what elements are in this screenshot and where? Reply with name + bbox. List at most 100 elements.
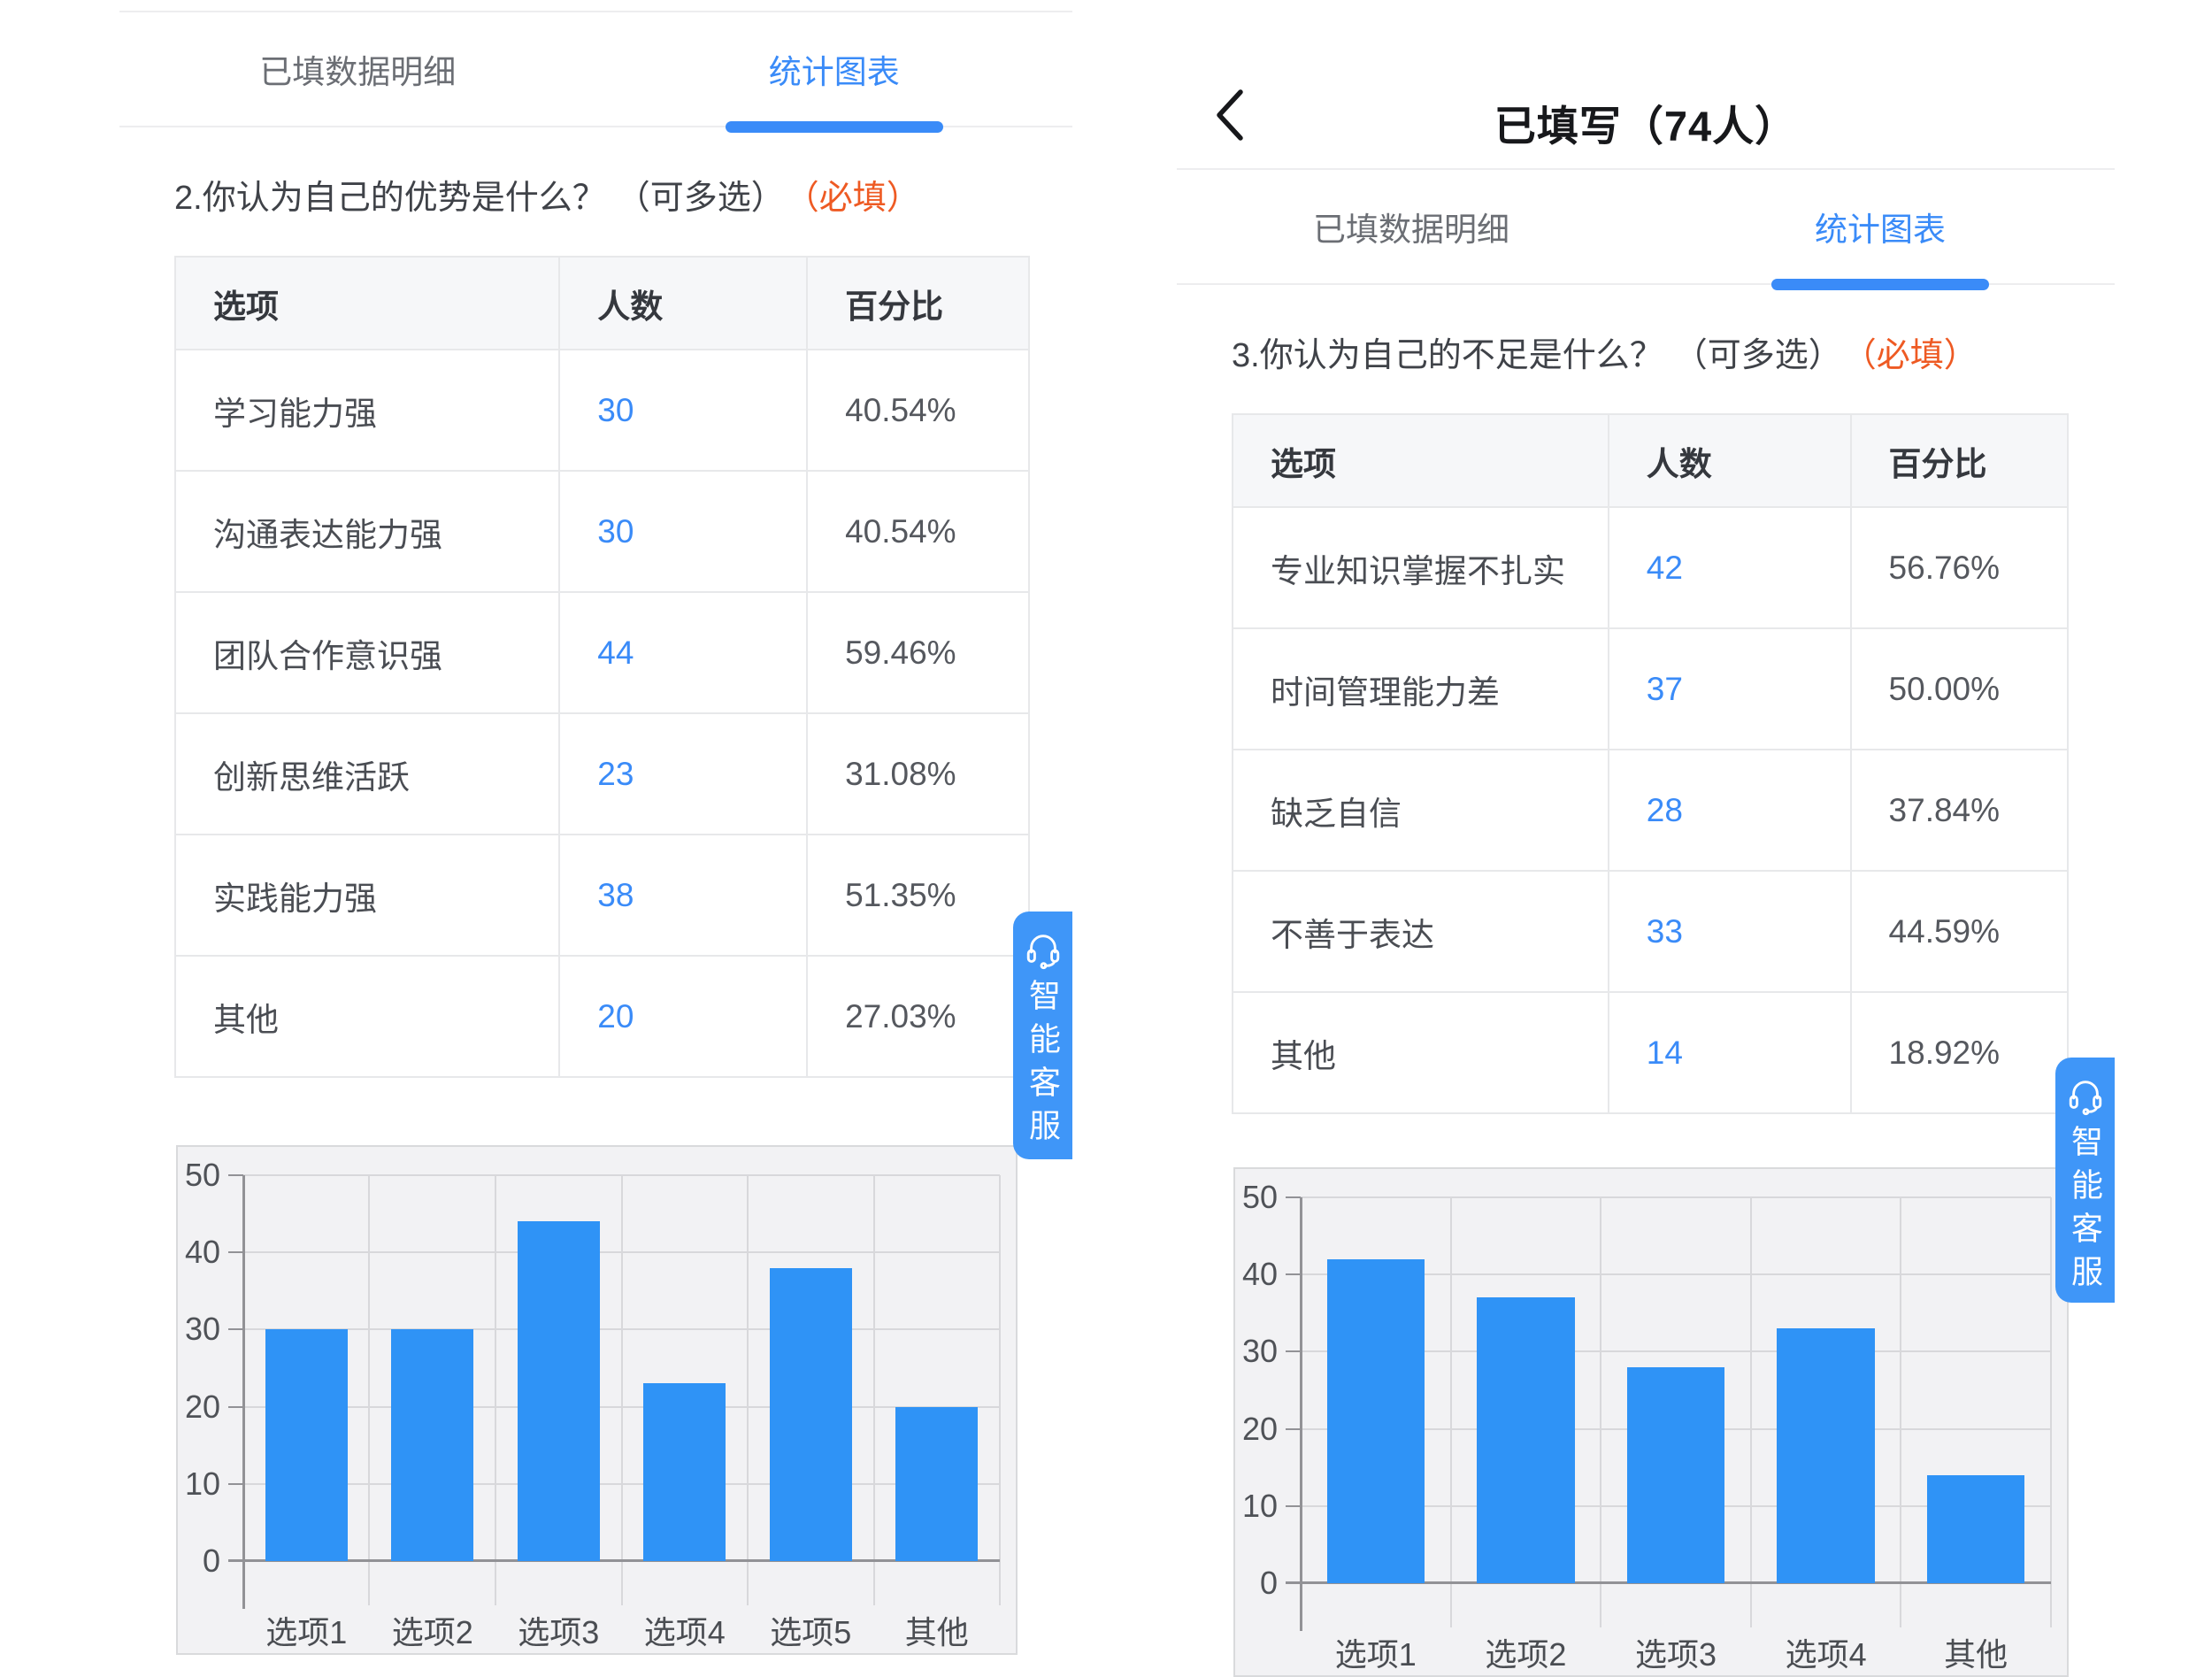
x-category-label: 选项3: [495, 1607, 622, 1653]
table-cell-count[interactable]: 33: [1609, 871, 1851, 992]
tab-filled-data-detail[interactable]: 已填数据明细: [119, 12, 596, 126]
table-cell-percent: 50.00%: [1851, 628, 2068, 750]
table-cell-percent: 59.46%: [807, 592, 1029, 713]
bar: [643, 1383, 726, 1561]
y-tick-label: 30: [176, 1308, 220, 1350]
tab-statistics-chart[interactable]: 统计图表: [596, 12, 1073, 126]
table-cell-percent: 51.35%: [807, 835, 1029, 956]
survey-stats-screen-q3: 已填写（74人） 已填数据明细 统计图表 3.你认为自己的不足是什么？ （可多选）…: [1177, 0, 2115, 1658]
table-cell-percent: 18.92%: [1851, 992, 2068, 1113]
y-tick-label: 20: [176, 1386, 220, 1428]
y-tick-label: 0: [1233, 1562, 1278, 1604]
axis-tick: [228, 1406, 243, 1408]
axis-tick: [1286, 1505, 1301, 1507]
table-cell-count[interactable]: 28: [1609, 750, 1851, 871]
table-header-row: 选项人数百分比: [1233, 414, 2068, 507]
table-cell-option: 不善于表达: [1233, 871, 1609, 992]
bar: [1777, 1328, 1874, 1583]
table-header-cell: 选项: [175, 257, 559, 350]
table-cell-count[interactable]: 42: [1609, 507, 1851, 628]
table-cell-percent: 40.54%: [807, 350, 1029, 471]
x-category-label: 选项2: [370, 1607, 496, 1653]
bar-chart: 01020304050 选项1选项2选项3选项4选项5其他: [176, 1145, 1018, 1655]
question-multi-hint: （可多选）: [617, 180, 785, 217]
table-cell-count[interactable]: 37: [1609, 628, 1851, 750]
headset-icon: [1023, 929, 1064, 970]
axis-tick: [1286, 1273, 1301, 1275]
x-category-label: 其他: [1901, 1629, 2051, 1675]
table-cell-percent: 44.59%: [1851, 871, 2068, 992]
axis-tick: [228, 1251, 243, 1253]
table-cell-percent: 56.76%: [1851, 507, 2068, 628]
x-category-label: 选项1: [243, 1607, 370, 1653]
headset-icon: [2065, 1075, 2106, 1116]
bar-column: [622, 1175, 749, 1561]
smart-customer-service-button[interactable]: 智能客服: [1013, 912, 1072, 1159]
bar: [265, 1329, 348, 1561]
table-row: 其他2027.03%: [175, 956, 1029, 1077]
question-multi-hint: （可多选）: [1674, 337, 1842, 374]
table-cell-option: 其他: [1233, 992, 1609, 1113]
question-text: 3.你认为自己的不足是什么？: [1232, 337, 1663, 374]
question-title: 3.你认为自己的不足是什么？（可多选）（必填）: [1232, 327, 2079, 376]
table-header-cell: 选项: [1233, 414, 1609, 507]
tab-filled-data-detail[interactable]: 已填数据明细: [1177, 170, 1646, 283]
table-row: 时间管理能力差3750.00%: [1233, 628, 2068, 750]
table-header-cell: 人数: [1609, 414, 1851, 507]
bars-container: [243, 1175, 1000, 1561]
bar-column: [1301, 1197, 1451, 1583]
axis-tick: [228, 1483, 243, 1485]
axis-tick: [1286, 1196, 1301, 1198]
table-header-cell: 百分比: [1851, 414, 2068, 507]
chart-plot-area: [243, 1175, 1000, 1561]
table-cell-count[interactable]: 20: [559, 956, 807, 1077]
survey-stats-screen-q2: 已填数据明细 统计图表 2.你认为自己的优势是什么？（可多选）（必填） 选项人数…: [119, 0, 1072, 1658]
x-category-label: 选项2: [1451, 1629, 1601, 1675]
table-row: 专业知识掌握不扎实4256.76%: [1233, 507, 2068, 628]
table-cell-option: 实践能力强: [175, 835, 559, 956]
table-cell-option: 团队合作意识强: [175, 592, 559, 713]
table-row: 沟通表达能力强3040.54%: [175, 471, 1029, 592]
smart-customer-service-button[interactable]: 智能客服: [2055, 1058, 2115, 1303]
table-cell-count[interactable]: 38: [559, 835, 807, 956]
question-title: 2.你认为自己的优势是什么？（可多选）（必填）: [174, 170, 1037, 219]
x-category-label: 选项4: [622, 1607, 749, 1653]
bar-column: [1451, 1197, 1601, 1583]
table-row: 其他1418.92%: [1233, 992, 2068, 1113]
bar-chart: 01020304050 选项1选项2选项3选项4其他: [1233, 1167, 2069, 1677]
stats-table: 选项人数百分比专业知识掌握不扎实4256.76%时间管理能力差3750.00%缺…: [1232, 413, 2069, 1114]
x-category-label: 选项4: [1751, 1629, 1901, 1675]
table-cell-option: 创新思维活跃: [175, 713, 559, 835]
table-header-row: 选项人数百分比: [175, 257, 1029, 350]
y-tick-label: 50: [176, 1154, 220, 1196]
page-title: 已填写（74人）: [1177, 92, 2115, 153]
bar-column: [495, 1175, 622, 1561]
x-category-label: 选项1: [1301, 1629, 1451, 1675]
bar: [1327, 1259, 1425, 1583]
bar-column: [1901, 1197, 2051, 1583]
bar: [770, 1268, 852, 1561]
table-cell-option: 沟通表达能力强: [175, 471, 559, 592]
table-cell-count[interactable]: 30: [559, 350, 807, 471]
axis-tick: [1286, 1350, 1301, 1352]
x-category-label: 选项5: [748, 1607, 874, 1653]
bar: [391, 1329, 473, 1561]
y-tick-label: 50: [1233, 1176, 1278, 1219]
tab-statistics-chart[interactable]: 统计图表: [1646, 170, 2115, 283]
bar-column: [1751, 1197, 1901, 1583]
y-tick-label: 20: [1233, 1408, 1278, 1450]
stats-table: 选项人数百分比学习能力强3040.54%沟通表达能力强3040.54%团队合作意…: [174, 256, 1030, 1078]
table-cell-option: 学习能力强: [175, 350, 559, 471]
table-cell-count[interactable]: 14: [1609, 992, 1851, 1113]
table-row: 实践能力强3851.35%: [175, 835, 1029, 956]
table-cell-percent: 40.54%: [807, 471, 1029, 592]
app-header: 已填写（74人）: [1177, 0, 2115, 170]
table-row: 学习能力强3040.54%: [175, 350, 1029, 471]
bar: [1477, 1297, 1574, 1583]
table-cell-count[interactable]: 44: [559, 592, 807, 713]
table-cell-count[interactable]: 23: [559, 713, 807, 835]
table-cell-percent: 37.84%: [1851, 750, 2068, 871]
table-cell-count[interactable]: 30: [559, 471, 807, 592]
tabbar: 已填数据明细 统计图表: [119, 11, 1072, 127]
table-cell-percent: 31.08%: [807, 713, 1029, 835]
